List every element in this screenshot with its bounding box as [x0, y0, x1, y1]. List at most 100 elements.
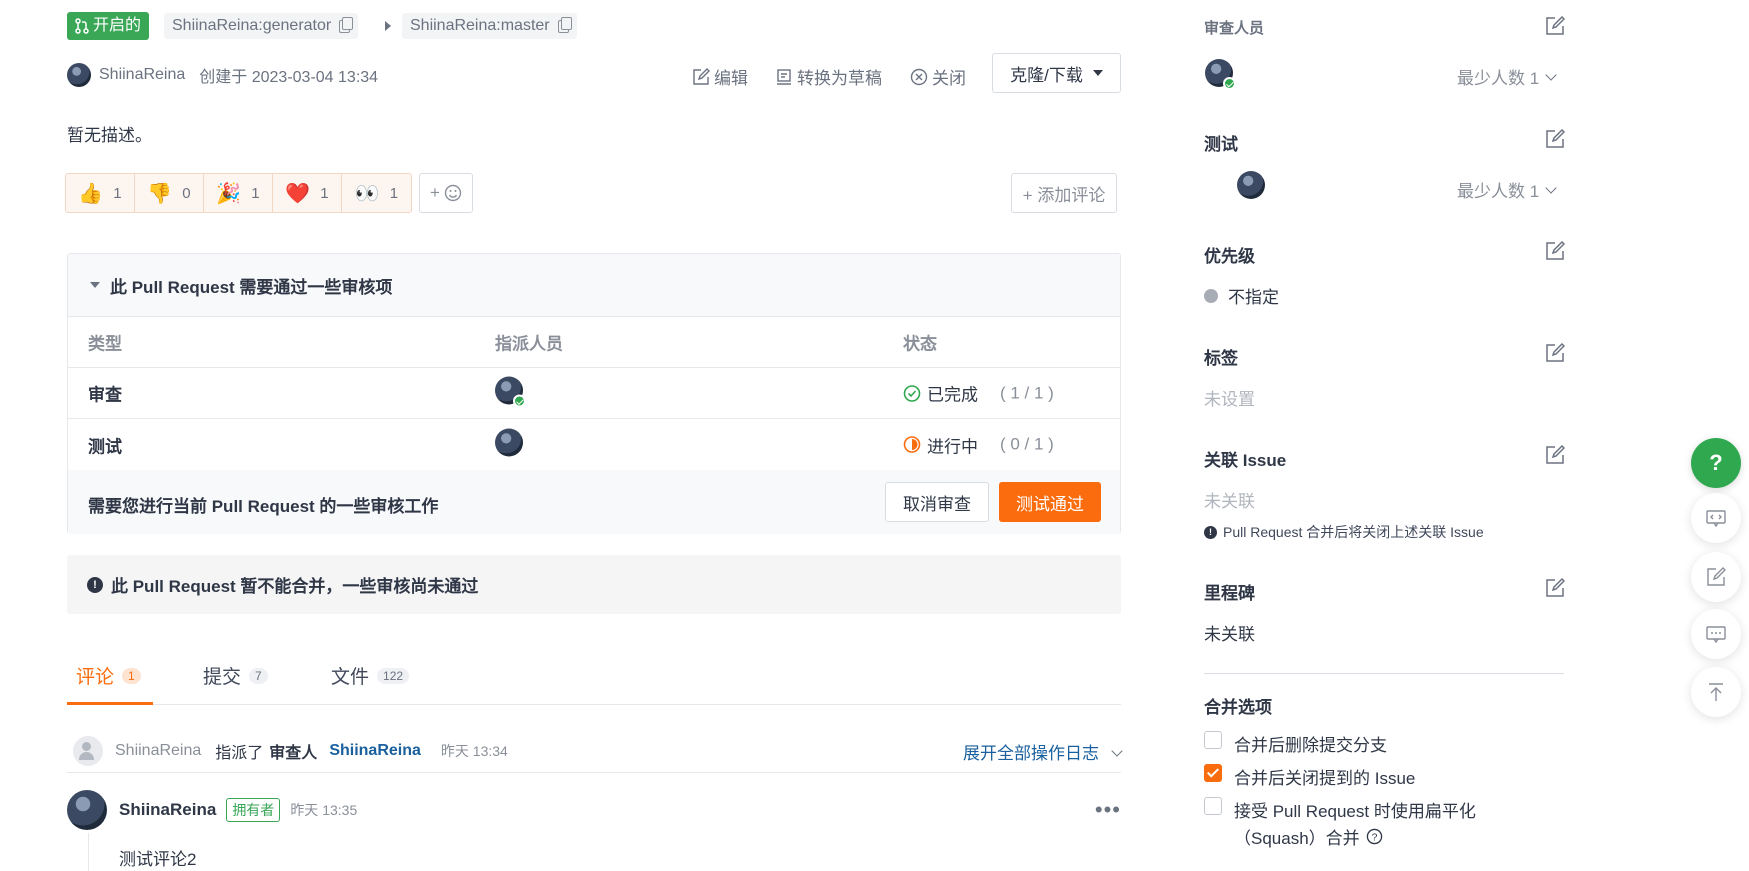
edit-icon[interactable] [1545, 343, 1565, 363]
copy-icon[interactable] [557, 16, 572, 33]
thumbs-down-icon: 👎 [147, 182, 173, 205]
table-row: 测试 进行中 ( 0 / 1 ) [68, 419, 1120, 470]
review-panel-title: 此 Pull Request 需要通过一些审核项 [110, 277, 393, 297]
close-pr-label: 关闭 [932, 69, 966, 88]
add-comment-button[interactable]: + 添加评论 [1011, 173, 1117, 213]
min-count-label: 最少人数 1 [1457, 69, 1540, 88]
author-name[interactable]: ShiinaReina [99, 66, 185, 84]
option-label: 合并后删除提交分支 [1234, 736, 1387, 755]
active-tab-indicator [67, 702, 153, 705]
edit-icon[interactable] [1545, 578, 1565, 598]
edit-icon[interactable] [1545, 16, 1565, 36]
priority-dot-icon [1204, 288, 1218, 303]
priority-value: 不指定 [1204, 283, 1279, 308]
tab-label: 提交 [203, 667, 242, 688]
option-delete-branch[interactable]: 合并后删除提交分支 [1204, 731, 1387, 756]
close-issue-checkbox[interactable] [1204, 764, 1222, 782]
reaction-count: 1 [113, 184, 122, 202]
avatar[interactable] [495, 376, 526, 408]
option-squash[interactable]: 接受 Pull Request 时使用扁平化 （Squash）合并 ? [1204, 797, 1476, 849]
reaction-party[interactable]: 🎉 1 [204, 174, 273, 212]
reaction-eyes[interactable]: 👀 1 [342, 174, 411, 212]
squash-checkbox[interactable] [1204, 797, 1222, 815]
more-options-icon[interactable]: ••• [1095, 797, 1121, 823]
code-review-button[interactable] [1691, 493, 1741, 543]
squash-label-line2: （Squash）合并 ? [1234, 824, 1476, 849]
source-branch[interactable]: ShiinaReina:generator [164, 13, 359, 39]
log-target-user[interactable]: ShiinaReina [329, 742, 421, 760]
smiley-icon [444, 184, 462, 202]
test-pass-button[interactable]: 测试通过 [999, 482, 1101, 522]
reviewers-label: 审查人员 [1204, 20, 1265, 37]
avatar[interactable] [67, 790, 107, 830]
status-count: ( 1 / 1 ) [1000, 383, 1054, 402]
reaction-count: 0 [182, 184, 191, 202]
in-progress-icon [903, 436, 921, 453]
eyes-icon: 👀 [354, 182, 380, 205]
close-pr-button[interactable]: 关闭 [910, 64, 966, 89]
milestone-value: 未关联 [1204, 625, 1255, 644]
reaction-count: 1 [389, 184, 399, 202]
tab-count: 7 [249, 667, 268, 684]
review-panel-header[interactable]: 此 Pull Request 需要通过一些审核项 [68, 254, 1120, 317]
comment-button[interactable] [1691, 609, 1741, 659]
reaction-heart[interactable]: ❤️ 1 [273, 174, 342, 212]
linked-issue-note: ! Pull Request 合并后将关闭上述关联 Issue [1204, 522, 1484, 542]
status-badge: 开启的 [67, 12, 150, 40]
thumbs-up-icon: 👍 [78, 182, 104, 205]
log-user[interactable]: ShiinaReina [115, 742, 201, 760]
edit-icon[interactable] [1545, 129, 1565, 149]
tab-comments[interactable]: 评论 1 [76, 662, 141, 689]
squash-label-text: （Squash）合并 [1234, 829, 1360, 848]
avatar[interactable] [495, 428, 523, 456]
avatar[interactable] [67, 63, 91, 87]
help-button[interactable]: ? [1691, 438, 1741, 488]
comment-time: 昨天 13:35 [290, 802, 358, 818]
tab-count: 1 [122, 667, 141, 684]
help-circle-icon[interactable]: ? [1366, 828, 1383, 845]
arrow-up-icon [1709, 683, 1723, 701]
convert-draft-button[interactable]: 转换为草稿 [775, 64, 882, 89]
option-close-issue[interactable]: 合并后关闭提到的 Issue [1204, 764, 1415, 789]
comment-author[interactable]: ShiinaReina [119, 800, 216, 820]
divider [1204, 673, 1564, 674]
expand-log-button[interactable]: 展开全部操作日志 [963, 739, 1123, 764]
edit-label: 编辑 [714, 69, 748, 88]
reaction-thumbs-up[interactable]: 👍 1 [66, 174, 135, 212]
assignee [495, 428, 523, 461]
avatar[interactable] [1205, 59, 1236, 90]
edit-note-button[interactable] [1691, 552, 1741, 602]
edit-icon[interactable] [1545, 445, 1565, 465]
clone-download-button[interactable]: 克隆/下载 [992, 53, 1121, 93]
tab-commits[interactable]: 提交 7 [203, 662, 268, 689]
collapse-triangle-icon [90, 282, 100, 288]
testers-min-count[interactable]: 最少人数 1 [1457, 177, 1557, 202]
pr-meta: ShiinaReina 创建于 2023-03-04 13:34 [67, 63, 378, 87]
heart-icon: ❤️ [285, 182, 311, 205]
tab-count: 122 [377, 667, 410, 684]
tab-files[interactable]: 文件 122 [331, 662, 410, 689]
arrow-right-icon [385, 21, 391, 31]
copy-icon[interactable] [339, 16, 354, 33]
chevron-down-icon [1545, 181, 1557, 194]
back-to-top-button[interactable] [1691, 667, 1741, 717]
log-role: 审查人 [269, 745, 318, 762]
add-reaction-button[interactable]: + [419, 173, 473, 213]
column-type: 类型 [88, 334, 122, 354]
exclamation-icon: ! [87, 576, 103, 593]
reaction-thumbs-down[interactable]: 👎 0 [135, 174, 204, 212]
reviewers-min-count[interactable]: 最少人数 1 [1457, 64, 1557, 89]
cancel-review-button[interactable]: 取消审查 [885, 482, 989, 522]
squash-label-line1: 接受 Pull Request 时使用扁平化 [1234, 802, 1476, 821]
edit-icon[interactable] [1545, 241, 1565, 261]
status-text: 已完成 [927, 385, 978, 405]
edit-button[interactable]: 编辑 [692, 64, 748, 89]
avatar[interactable] [1237, 171, 1266, 199]
comment-thread-line [88, 833, 89, 871]
comment-header: ShiinaReina 拥有者 昨天 13:35 ••• [67, 790, 1121, 830]
delete-branch-checkbox[interactable] [1204, 731, 1222, 749]
target-branch[interactable]: ShiinaReina:master [402, 13, 577, 39]
close-circle-icon [910, 68, 928, 85]
status-badge-label: 开启的 [93, 17, 142, 34]
comment-body: 测试评论2 [119, 850, 197, 869]
